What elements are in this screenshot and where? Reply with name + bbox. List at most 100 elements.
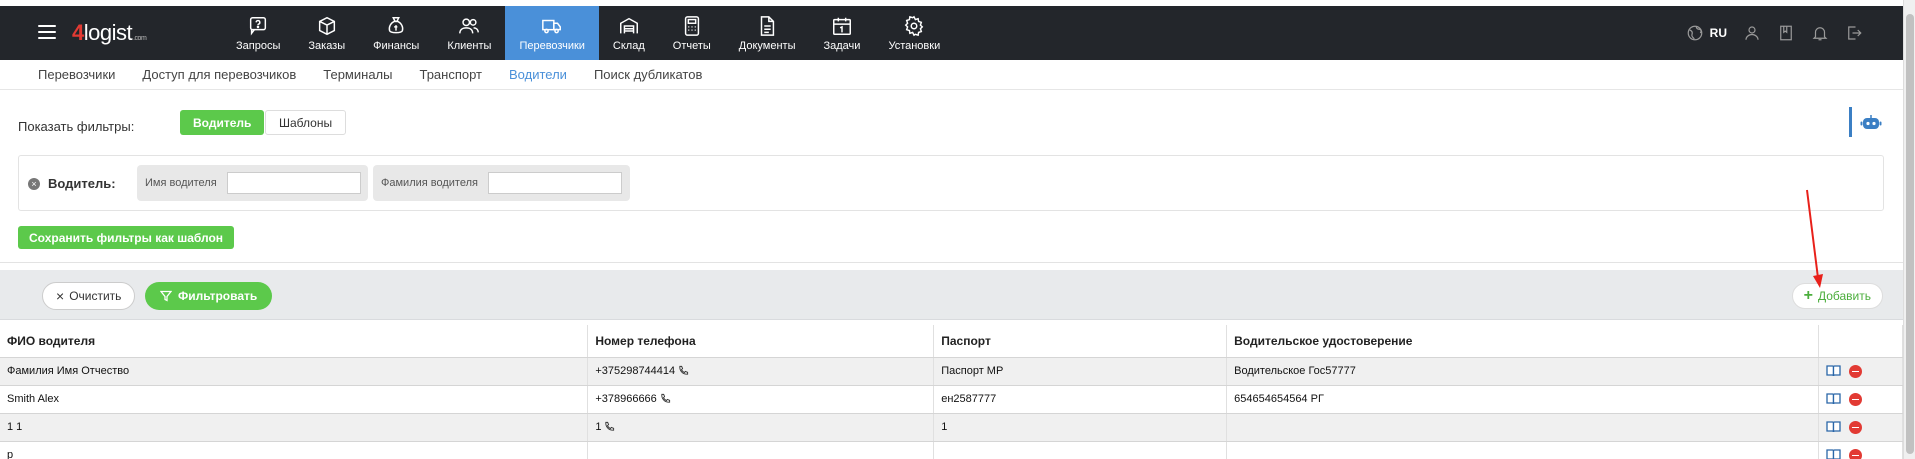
- save-filters-template-button[interactable]: Сохранить фильтры как шаблон: [18, 226, 235, 249]
- table-row[interactable]: Фамилия Имя Отчество +375298744414 Паспо…: [0, 357, 1904, 386]
- nav-item-finance[interactable]: Финансы: [359, 6, 433, 60]
- last-name-input[interactable]: [487, 172, 622, 194]
- first-name-label: Имя водителя: [145, 177, 217, 189]
- row-actions: [1818, 357, 1904, 386]
- driver-filter-group: × Водитель: Имя водителя Фамилия водител…: [18, 155, 1884, 211]
- open-book-icon[interactable]: [1826, 448, 1841, 459]
- open-book-icon[interactable]: [1826, 420, 1841, 433]
- subnav-carrier-access[interactable]: Доступ для перевозчиков: [142, 67, 296, 82]
- driver-name-cell: р: [0, 441, 589, 459]
- passport-cell: 1: [933, 413, 1228, 442]
- phone-icon[interactable]: [660, 393, 671, 404]
- assistant-bot-button[interactable]: [1849, 107, 1889, 137]
- user-icon[interactable]: [1743, 24, 1761, 42]
- add-button-label: Добавить: [1817, 289, 1871, 303]
- phone-number: 1: [595, 421, 602, 433]
- phone-cell: +378966666: [587, 385, 935, 414]
- language-selector[interactable]: RU: [1710, 26, 1727, 40]
- license-cell: [1226, 441, 1819, 459]
- vertical-scrollbar[interactable]: [1903, 0, 1915, 459]
- nav-label: Задачи: [823, 39, 861, 52]
- main-nav: Запросы Заказы Финансы Клиенты Перевозчи…: [222, 6, 954, 60]
- hamburger-menu-icon[interactable]: [38, 25, 56, 39]
- action-bar: × Очистить Фильтровать + Добавить: [0, 270, 1903, 320]
- nav-item-requests[interactable]: Запросы: [222, 6, 294, 60]
- column-header-license[interactable]: Водительское удостоверение: [1226, 325, 1819, 358]
- bell-icon[interactable]: [1811, 24, 1829, 42]
- license-cell: 654654654564 РГ: [1226, 385, 1819, 414]
- subnav-terminals[interactable]: Терминалы: [323, 67, 392, 82]
- driver-name-cell: Фамилия Имя Отчество: [0, 357, 589, 386]
- nav-item-tasks[interactable]: Задачи: [810, 6, 875, 60]
- passport-cell: [933, 441, 1228, 459]
- delete-icon[interactable]: [1849, 392, 1862, 406]
- phone-number: +375298744414: [595, 365, 676, 377]
- clear-button-label: Очистить: [69, 289, 122, 303]
- driver-filter-tab[interactable]: Водитель: [180, 110, 265, 135]
- calculator-icon: [684, 15, 699, 36]
- subnav-drivers[interactable]: Водители: [509, 67, 567, 82]
- scrollbar-thumb[interactable]: [1906, 14, 1914, 454]
- show-filters-label: Показать фильтры:: [18, 119, 135, 134]
- subnav-transport[interactable]: Транспорт: [419, 67, 482, 82]
- column-header-actions: [1818, 325, 1904, 358]
- row-actions: [1818, 385, 1904, 414]
- last-name-label: Фамилия водителя: [381, 177, 478, 189]
- table-row[interactable]: Smith Alex +378966666 ен2587777 65465465…: [0, 385, 1904, 414]
- table-row[interactable]: 1 1 1 1: [0, 413, 1904, 442]
- money-bag-icon: [388, 16, 404, 33]
- phone-cell: +375298744414: [587, 357, 935, 386]
- driver-filter-label: Водитель:: [48, 176, 116, 191]
- add-driver-button[interactable]: + Добавить: [1791, 283, 1883, 309]
- nav-item-documents[interactable]: Документы: [725, 6, 810, 60]
- nav-item-reports[interactable]: Отчеты: [659, 6, 725, 60]
- phone-icon[interactable]: [678, 365, 689, 376]
- nav-label: Перевозчики: [519, 39, 585, 52]
- delete-icon[interactable]: [1849, 364, 1862, 378]
- nav-item-settings[interactable]: Установки: [874, 6, 954, 60]
- sub-navigation: Перевозчики Доступ для перевозчиков Терм…: [0, 60, 1903, 90]
- filter-button-label: Фильтровать: [178, 289, 258, 303]
- gear-icon: [905, 15, 924, 36]
- top-navbar: 4logist.com Запросы Заказы Финансы Клиен…: [0, 6, 1903, 60]
- delete-icon[interactable]: [1849, 420, 1862, 434]
- column-header-passport[interactable]: Паспорт: [933, 325, 1228, 358]
- subnav-carriers[interactable]: Перевозчики: [38, 67, 115, 82]
- templates-tab[interactable]: Шаблоны: [265, 110, 347, 135]
- subnav-duplicate-search[interactable]: Поиск дубликатов: [594, 67, 702, 82]
- column-header-phone[interactable]: Номер телефона: [587, 325, 935, 358]
- filter-button[interactable]: Фильтровать: [145, 282, 273, 310]
- license-cell: [1226, 413, 1819, 442]
- book-icon[interactable]: [1777, 24, 1795, 42]
- funnel-icon: [160, 290, 172, 302]
- nav-item-warehouse[interactable]: Склад: [599, 6, 659, 60]
- first-name-filter: Имя водителя: [137, 165, 368, 201]
- first-name-input[interactable]: [226, 172, 361, 194]
- nav-item-carriers[interactable]: Перевозчики: [505, 6, 599, 60]
- filters-panel: Показать фильтры: Водитель Шаблоны × Вод…: [0, 95, 1903, 263]
- phone-cell: 1: [587, 413, 935, 442]
- logout-icon[interactable]: [1845, 24, 1863, 42]
- remove-filter-icon[interactable]: ×: [28, 178, 40, 190]
- calendar-icon: [832, 17, 851, 35]
- phone-icon[interactable]: [604, 421, 615, 432]
- table-row[interactable]: р: [0, 441, 1904, 459]
- warehouse-icon: [619, 17, 638, 33]
- close-icon: ×: [56, 288, 65, 304]
- document-icon: [760, 15, 775, 36]
- globe-icon[interactable]: [1686, 24, 1704, 42]
- driver-name-cell: 1 1: [0, 413, 589, 442]
- nav-item-orders[interactable]: Заказы: [294, 6, 359, 60]
- passport-cell: ен2587777: [933, 385, 1228, 414]
- open-book-icon[interactable]: [1826, 364, 1841, 377]
- app-logo[interactable]: 4logist.com: [72, 20, 147, 46]
- delete-icon[interactable]: [1849, 448, 1862, 459]
- plus-icon: +: [1803, 287, 1813, 304]
- column-header-driver-name[interactable]: ФИО водителя: [0, 325, 589, 358]
- truck-icon: [542, 19, 562, 33]
- box-icon: [318, 16, 335, 35]
- clear-button[interactable]: × Очистить: [42, 282, 136, 310]
- open-book-icon[interactable]: [1826, 392, 1841, 405]
- nav-item-clients[interactable]: Клиенты: [433, 6, 505, 60]
- nav-label: Запросы: [236, 39, 281, 52]
